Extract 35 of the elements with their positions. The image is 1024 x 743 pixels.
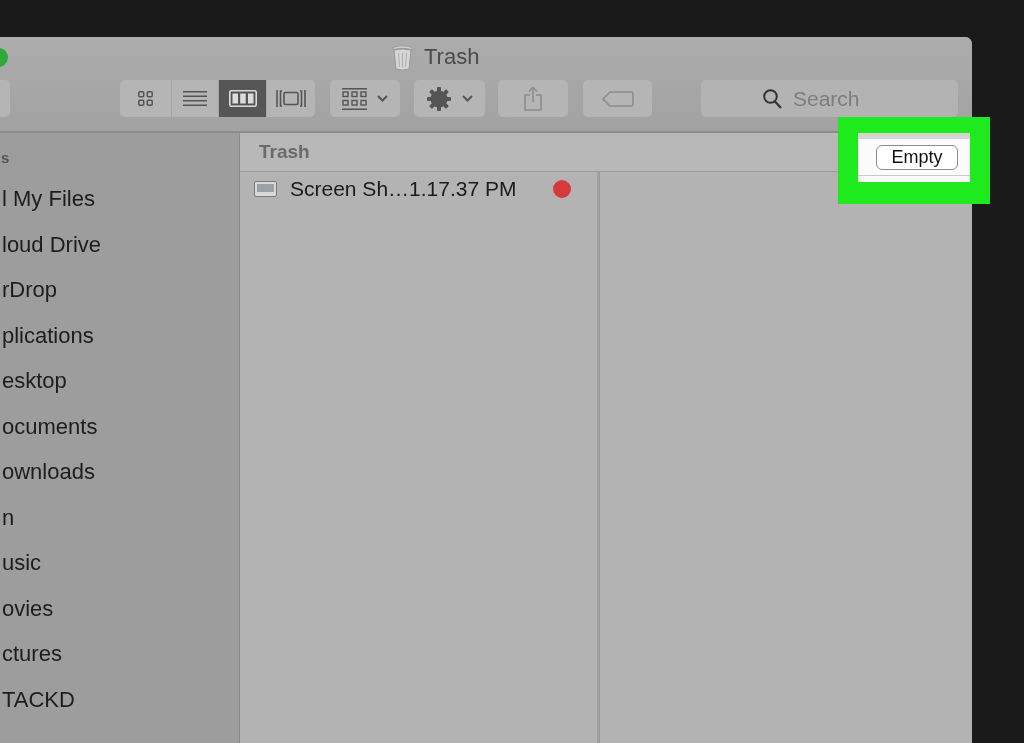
sidebar-item[interactable]: rDrop bbox=[0, 267, 57, 313]
share-icon bbox=[524, 86, 542, 111]
sidebar-item[interactable]: ovies bbox=[0, 585, 54, 631]
grid-rows-icon bbox=[342, 87, 367, 110]
search-icon bbox=[763, 89, 782, 109]
view-mode-button[interactable] bbox=[266, 80, 315, 117]
sidebar-item[interactable]: l My Files bbox=[0, 176, 95, 222]
action-button[interactable] bbox=[414, 80, 485, 117]
sidebar-item[interactable]: esktop bbox=[0, 358, 67, 404]
empty-button[interactable]: Empty bbox=[876, 144, 958, 170]
view-mode-button[interactable] bbox=[120, 80, 171, 117]
sidebar-item[interactable]: ownloads bbox=[0, 449, 95, 495]
arrange-button[interactable] bbox=[330, 80, 400, 117]
sidebar-item[interactable]: ocuments bbox=[0, 403, 98, 449]
sidebar-section-label: s bbox=[0, 148, 10, 168]
screenshot-file-icon bbox=[254, 181, 277, 197]
sidebar-item[interactable]: TACKD bbox=[0, 676, 75, 722]
sidebar-item[interactable]: loud Drive bbox=[0, 221, 102, 267]
view-mode-button[interactable] bbox=[218, 80, 266, 117]
trash-icon bbox=[392, 43, 413, 71]
tag-icon bbox=[601, 90, 634, 107]
grid-icon bbox=[138, 91, 153, 106]
columns-icon bbox=[228, 90, 257, 107]
view-mode-button[interactable] bbox=[171, 80, 218, 117]
sidebar-item[interactable]: usic bbox=[0, 540, 42, 586]
chevron-icon bbox=[461, 95, 473, 102]
file-name[interactable]: Screen Sh…1.17.37 PM bbox=[290, 177, 517, 201]
sidebar-item[interactable]: ctures bbox=[0, 631, 62, 677]
list-icon bbox=[183, 91, 207, 106]
sidebar-item[interactable]: n bbox=[0, 494, 15, 540]
cover-flow-icon bbox=[276, 90, 306, 107]
chevron-icon bbox=[377, 95, 388, 102]
window-title: Trash bbox=[424, 44, 480, 70]
sidebar-item[interactable]: plications bbox=[0, 312, 94, 358]
path-title: Trash bbox=[259, 141, 310, 163]
